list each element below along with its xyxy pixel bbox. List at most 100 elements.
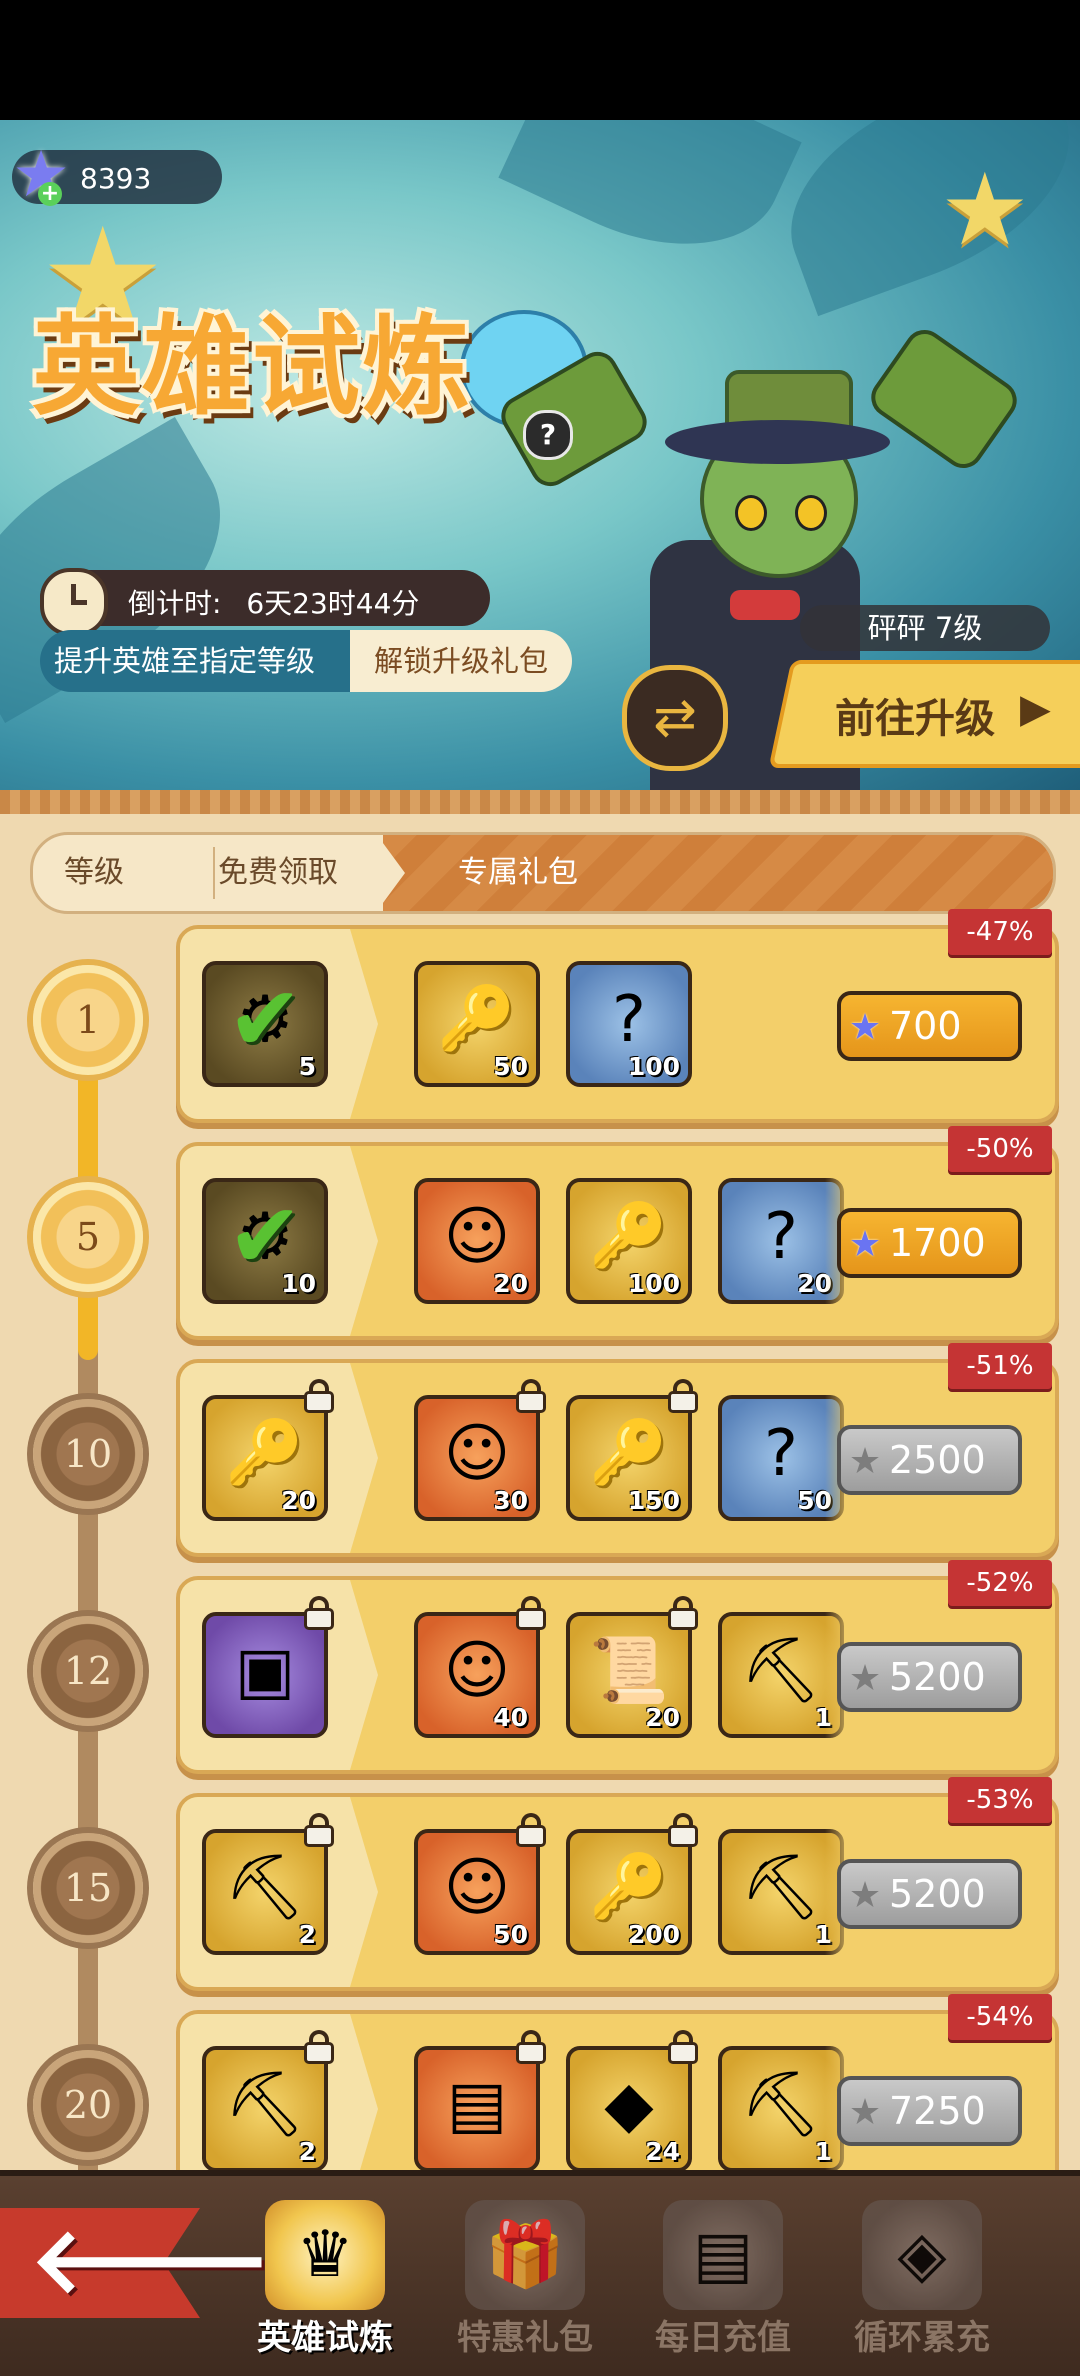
reward-item[interactable]: 📜 20 [566,1612,692,1738]
nav-tab-label: 循环累充 [854,2318,990,2358]
free-reward-item[interactable]: ⚙ ✔ 10 [202,1178,328,1304]
gift-pack-icon-glyph: 🎁 [485,2218,565,2292]
lock-body [668,1608,698,1630]
reward-item[interactable]: ◆ 24 [566,2046,692,2172]
reward-item[interactable]: 🔑 200 [566,1829,692,1955]
star-gem-icon: ★ [848,2092,882,2133]
price-value: 700 [889,1004,962,1048]
reward-row: ⚙ ✔ 5 🔑 50? 100 ★ 700 [176,925,1059,1123]
lock-body [516,1608,546,1630]
swap-hero-icon[interactable]: ⇄ [622,665,728,771]
reward-row: 🔑 20 ☺ 30 🔑 150? 50 ★ 2500 [176,1359,1059,1557]
item-quantity: 100 [627,1052,680,1081]
item-quantity: 24 [645,2137,680,2166]
reward-row: ▣ ☺ 40 📜 20 ⛏ 1 ★ 5200 [176,1576,1059,1774]
free-reward-item[interactable]: ⛏ 2 [202,1829,328,1955]
tab-free-claim[interactable]: 免费领取 [183,835,373,911]
free-reward-item[interactable]: ▣ [202,1612,328,1738]
item-quantity: 20 [493,1269,528,1298]
nav-tab-cycle-recharge[interactable]: ◈ 循环累充 [832,2190,1012,2370]
daily-recharge-icon-glyph: ▤ [692,2218,754,2292]
cycle-recharge-icon: ◈ [862,2200,982,2310]
star-gem-icon: ★ [848,1441,882,1482]
hero-character-bowtie [730,590,800,620]
watering-can-decoration [863,322,1025,476]
leaf-decoration [759,120,1080,317]
add-currency-icon[interactable]: + [38,182,62,206]
price-button[interactable]: ★ 5200 [837,1642,1022,1712]
item-quantity: 50 [493,1920,528,1949]
price-button[interactable]: ★ 700 [837,991,1022,1061]
price-value: 5200 [889,1655,986,1699]
hero-character-eye [795,495,827,531]
lock-body [668,2042,698,2064]
help-icon[interactable]: ? [523,410,573,460]
nav-tab-gift-pack[interactable]: 🎁 特惠礼包 [435,2190,615,2370]
item-quantity: 20 [281,1486,316,1515]
lock-body [516,1825,546,1847]
lock-icon [516,1813,546,1847]
level-badge: 1 [33,965,143,1075]
countdown-value: 6天23时44分 [246,587,420,620]
lock-icon [668,1379,698,1413]
cycle-recharge-icon-glyph: ◈ [897,2218,947,2292]
discount-badge: -51% [948,1343,1052,1389]
clock-icon [40,568,108,636]
row-chevron-decoration [350,1797,378,1987]
hero-trial-icon-glyph: ♛ [296,2218,354,2292]
reward-item[interactable]: 🔑 100 [566,1178,692,1304]
lock-body [516,1391,546,1413]
discount-badge: -54% [948,1994,1052,2040]
lock-icon [304,1813,334,1847]
price-button[interactable]: ★ 5200 [837,1859,1022,1929]
price-button[interactable]: ★ 1700 [837,1208,1022,1278]
lock-body [516,2042,546,2064]
nav-tab-hero-trial[interactable]: ♛ 英雄试炼 [235,2190,415,2370]
page-title: 英雄试炼 [32,304,473,430]
free-reward-item[interactable]: ⚙ ✔ 5 [202,961,328,1087]
lock-icon [304,1379,334,1413]
price-value: 5200 [889,1872,986,1916]
tab-level[interactable]: 等级 [33,835,155,911]
reward-item[interactable]: ☺ 40 [414,1612,540,1738]
nav-tab-label: 英雄试炼 [257,2318,393,2358]
reward-item[interactable]: ▤ [414,2046,540,2172]
star-gem-icon: ★ [848,1658,882,1699]
hero-character-eye [735,495,767,531]
reward-item[interactable]: ☺ 30 [414,1395,540,1521]
price-button[interactable]: ★ 7250 [837,2076,1022,2146]
item-quantity: 20 [645,1703,680,1732]
item-quantity: 5 [298,1052,316,1081]
goto-upgrade-label: 前往升级 [835,696,995,742]
hero-banner: ★ ★ ★ + 8393 英雄试炼 ? 倒计时: 6天23时44分 提升英雄至指… [0,120,1080,790]
lock-body [304,2042,334,2064]
reward-item[interactable]: ☺ 50 [414,1829,540,1955]
daily-recharge-icon: ▤ [663,2200,783,2310]
level-badge: 5 [33,1182,143,1292]
item-quantity: 50 [493,1052,528,1081]
nav-tab-daily-recharge[interactable]: ▤ 每日充值 [633,2190,813,2370]
nav-tab-label: 特惠礼包 [457,2318,593,2358]
reward-item[interactable]: 🔑 150 [566,1395,692,1521]
reward-item[interactable]: ☺ 20 [414,1178,540,1304]
leaf-decoration [498,120,802,288]
lock-body [668,1825,698,1847]
free-reward-item[interactable]: 🔑 20 [202,1395,328,1521]
lock-body [304,1825,334,1847]
lock-icon [304,1596,334,1630]
treasure-chest-icon: ▤ [446,2068,508,2142]
lock-icon [304,2030,334,2064]
reward-item[interactable]: ? 100 [566,961,692,1087]
lock-body [668,1391,698,1413]
price-button[interactable]: ★ 2500 [837,1425,1022,1495]
star-decoration-icon: ★ [940,151,1030,268]
upgrade-hint: 提升英雄至指定等级 [40,630,360,692]
countdown-label: 倒计时: [128,587,222,620]
discount-badge: -53% [948,1777,1052,1823]
reward-item[interactable]: 🔑 50 [414,961,540,1087]
free-reward-item[interactable]: ⛏ 2 [202,2046,328,2172]
gift-pack-icon: 🎁 [465,2200,585,2310]
discount-badge: -52% [948,1560,1052,1606]
tab-exclusive-gift[interactable]: 专属礼包 [393,835,643,911]
item-quantity: 40 [493,1703,528,1732]
